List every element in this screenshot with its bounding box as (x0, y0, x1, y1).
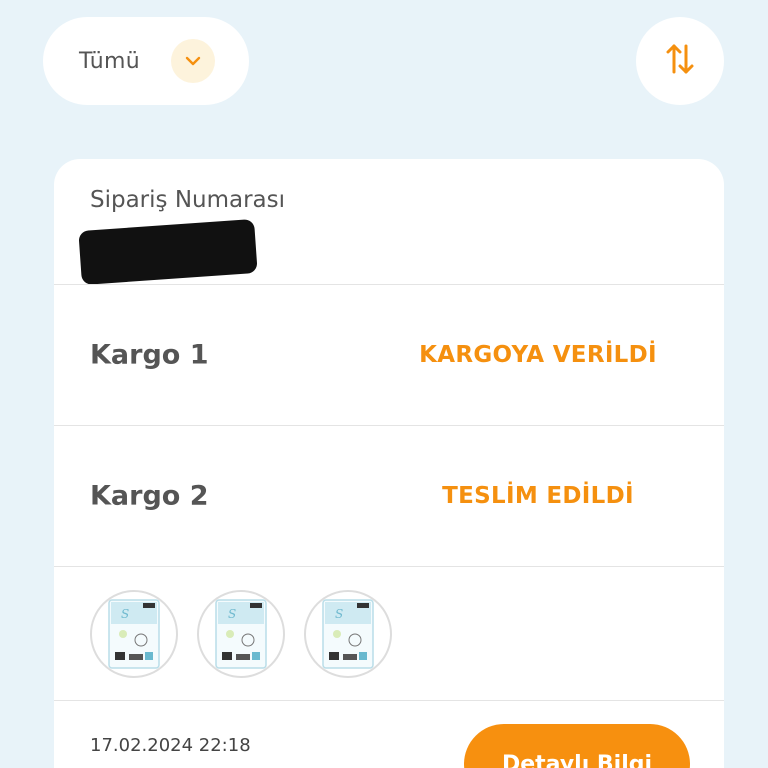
product-thumbnail[interactable]: S (90, 590, 178, 678)
sort-arrows-icon (665, 42, 695, 80)
shipment-status: KARGOYA VERİLDİ (419, 342, 657, 368)
order-list-screen: Tümü Sipariş Numarası 58 Kargo 1 (0, 0, 768, 768)
redaction-mark (78, 218, 258, 286)
svg-text:S: S (121, 607, 129, 621)
chevron-down-icon (171, 39, 215, 83)
product-thumbnail[interactable]: S (197, 590, 285, 678)
shipment-row[interactable]: Kargo 1 KARGOYA VERİLDİ (54, 285, 724, 425)
order-card: Sipariş Numarası 58 Kargo 1 KARGOYA VERİ… (54, 159, 724, 768)
product-thumbnail[interactable]: S (304, 590, 392, 678)
shipment-row[interactable]: Kargo 2 TESLİM EDİLDİ (54, 426, 724, 566)
shipment-name: Kargo 1 (90, 339, 209, 371)
order-number-label: Sipariş Numarası (90, 187, 286, 213)
divider (54, 566, 724, 567)
divider (54, 700, 724, 701)
diaper-pack-image: S (322, 599, 374, 669)
svg-text:S: S (335, 607, 343, 621)
diaper-pack-image: S (215, 599, 267, 669)
sort-button[interactable] (636, 17, 724, 105)
order-date: 17.02.2024 22:18 (90, 735, 251, 756)
shipment-status: TESLİM EDİLDİ (442, 483, 634, 509)
detail-info-button[interactable]: Detaylı Bilgi (464, 724, 690, 768)
filter-label: Tümü (79, 48, 140, 74)
svg-text:S: S (228, 607, 236, 621)
diaper-pack-image: S (108, 599, 160, 669)
filter-dropdown[interactable]: Tümü (43, 17, 249, 105)
shipment-name: Kargo 2 (90, 480, 209, 512)
